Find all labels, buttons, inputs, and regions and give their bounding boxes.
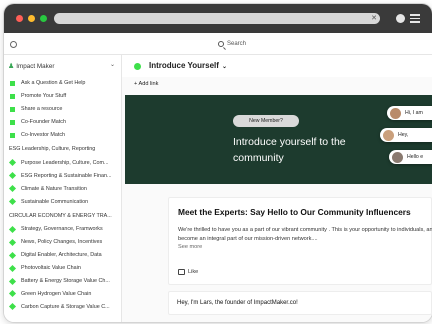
post-body: We're thrilled to have you as a part of … [178, 227, 432, 242]
greeting-chip: Hello e [389, 150, 432, 164]
sidebar-item[interactable]: Carbon Capture & Storage Value C... [4, 300, 121, 313]
sidebar-item[interactable]: Strategy, Governance, Framworks [4, 223, 121, 236]
address-bar[interactable]: ✕ [54, 13, 380, 24]
sidebar: ♟ Impact Maker ⌄ Ask a Question & Get He… [4, 55, 122, 322]
channel-title-text: Introduce Yourself [149, 61, 219, 70]
sidebar-item-label: Share a resource [21, 106, 63, 113]
channel-square-icon [10, 106, 15, 112]
sidebar-item-label: Purpose Leadership, Culture, Com... [21, 159, 109, 166]
sidebar-item[interactable]: Purpose Leadership, Culture, Com... [4, 156, 121, 169]
channel-header: Introduce Yourself ⌄ [122, 55, 432, 77]
window-maximize-dot[interactable] [40, 15, 47, 22]
window-minimize-dot[interactable] [28, 15, 35, 22]
channel-diamond-icon [8, 264, 17, 272]
search-label: Search [227, 41, 247, 47]
see-more-link[interactable]: See more [178, 244, 202, 250]
sidebar-item-label: Green Hydrogen Value Chain [21, 290, 92, 297]
channel-diamond-icon [8, 277, 17, 285]
channel-diamond-icon [8, 251, 17, 259]
sidebar-item[interactable]: Photovoltaic Value Chain [4, 262, 121, 275]
add-link-button[interactable]: + Add link [134, 81, 158, 87]
channel-diamond-icon [8, 238, 17, 246]
community-switcher[interactable]: ♟ Impact Maker ⌄ [4, 55, 121, 77]
channel-diamond-icon [8, 225, 17, 233]
channel-title[interactable]: Introduce Yourself ⌄ [149, 61, 227, 70]
search-input[interactable]: Search [218, 38, 246, 50]
thumbs-up-icon [178, 269, 185, 275]
sidebar-item[interactable]: Sustainable Communication [4, 195, 121, 208]
channel-square-icon [10, 93, 15, 99]
channel-dot-icon [134, 63, 141, 70]
add-link-label: Add link [138, 81, 159, 87]
sidebar-section-title[interactable]: CIRCULAR ECONOMY & ENERGY TRA... [4, 208, 121, 223]
greeting-chip: Hey, [380, 128, 432, 142]
channel-square-icon [10, 119, 15, 125]
sidebar-section-title[interactable]: ESG Leadership, Culture, Reporting [4, 141, 121, 156]
sidebar-item[interactable]: Co-Investor Match [4, 129, 121, 142]
person-icon: ♟ [8, 63, 15, 70]
history-icon[interactable] [10, 41, 17, 48]
profile-icon[interactable] [396, 14, 405, 23]
chip-text: Hello e [407, 154, 424, 160]
sidebar-item[interactable]: ESG Reporting & Sustainable Finan... [4, 169, 121, 182]
sidebar-item-label: Photovoltaic Value Chain [21, 265, 81, 272]
greeting-chip: Hi, I am [387, 106, 432, 120]
post-title[interactable]: Meet the Experts: Say Hello to Our Commu… [178, 207, 411, 217]
chip-text: Hey, [398, 132, 409, 138]
avatar [392, 151, 403, 163]
channel-square-icon [10, 80, 15, 86]
browser-toolbar: ✕ [4, 4, 432, 33]
search-icon [218, 41, 224, 47]
channel-diamond-icon [8, 303, 17, 311]
channel-diamond-icon [8, 198, 17, 206]
avatar [383, 129, 394, 141]
sidebar-item-label: Sustainable Communication [21, 198, 89, 205]
sidebar-item-label: Ask a Question & Get Help [21, 80, 86, 87]
banner-headline: Introduce yourself to the community [233, 136, 346, 164]
sidebar-item-label: News, Policy Changes, Incentives [21, 239, 103, 246]
chip-text: Hi, I am [405, 110, 423, 116]
welcome-banner: New Member? Introduce yourself to the co… [125, 95, 432, 184]
sidebar-item-label: Carbon Capture & Storage Value C... [21, 303, 110, 310]
sidebar-item[interactable]: Promote Your Stuff [4, 90, 121, 103]
sidebar-item[interactable]: Share a resource [4, 103, 121, 116]
chevron-down-icon[interactable]: ⌄ [222, 64, 227, 70]
sidebar-item-label: Digital Enabler, Architecture, Data [21, 252, 102, 259]
sidebar-item[interactable]: Co-Founder Match [4, 116, 121, 129]
channel-diamond-icon [8, 172, 17, 180]
post-card[interactable]: Hey, I'm Lars, the founder of ImpactMake… [168, 291, 432, 315]
sidebar-item-label: Co-Investor Match [21, 132, 66, 138]
sidebar-item-label: Battery & Energy Storage Value Ch... [21, 278, 110, 285]
channel-diamond-icon [8, 185, 17, 193]
sidebar-item[interactable]: Climate & Nature Transition [4, 182, 121, 195]
channel-diamond-icon [8, 290, 17, 298]
app-window: ✕ Search ♟ Impact Maker ⌄ Ask a Question… [4, 4, 432, 322]
sidebar-item[interactable]: Ask a Question & Get Help [4, 77, 121, 90]
sidebar-item[interactable]: Digital Enabler, Architecture, Data [4, 249, 121, 262]
hamburger-menu-icon[interactable] [410, 14, 420, 23]
sidebar-item-label: ESG Reporting & Sustainable Finan... [21, 172, 112, 179]
sidebar-item-label: Promote Your Stuff [21, 93, 67, 100]
close-icon[interactable]: ✕ [371, 13, 377, 24]
sidebar-item[interactable]: News, Policy Changes, Incentives [4, 236, 121, 249]
window-close-dot[interactable] [16, 15, 23, 22]
sidebar-item-label: Climate & Nature Transition [21, 185, 87, 192]
avatar [390, 107, 401, 119]
sidebar-item-label: Co-Founder Match [21, 119, 66, 126]
sidebar-item[interactable]: Battery & Energy Storage Value Ch... [4, 275, 121, 288]
like-button[interactable]: Like [178, 269, 198, 275]
app-topbar: Search [4, 33, 432, 55]
community-name: Impact Maker [16, 62, 55, 70]
post-card[interactable]: Meet the Experts: Say Hello to Our Commu… [168, 197, 432, 285]
channel-diamond-icon [8, 159, 17, 167]
channel-square-icon [10, 132, 15, 138]
new-member-pill: New Member? [233, 115, 299, 127]
main-content: Introduce Yourself ⌄ + Add link New Membe… [122, 55, 432, 322]
post-title[interactable]: Hey, I'm Lars, the founder of ImpactMake… [177, 300, 298, 306]
like-label: Like [188, 269, 199, 275]
chevron-down-icon[interactable]: ⌄ [110, 61, 115, 68]
sidebar-item-label: Strategy, Governance, Framworks [21, 226, 103, 233]
sidebar-item[interactable]: Green Hydrogen Value Chain [4, 287, 121, 300]
